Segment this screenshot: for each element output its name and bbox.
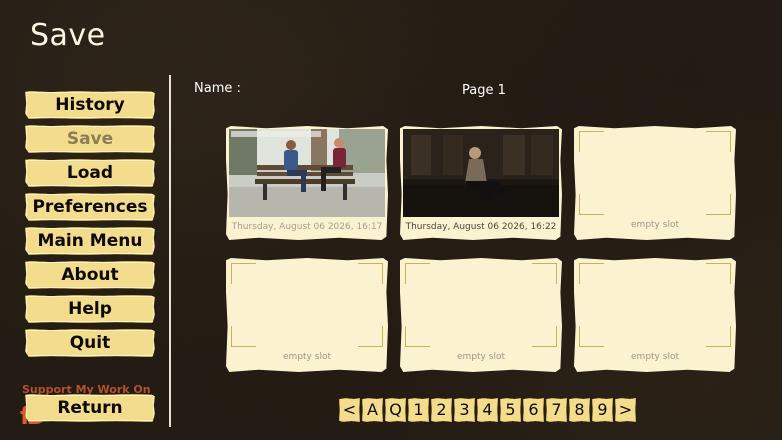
corner-mark bbox=[706, 326, 731, 347]
save-slot-timestamp: Thursday, August 06 2026, 16:22 bbox=[405, 222, 557, 232]
save-slot[interactable]: Thursday, August 06 2026, 16:22 bbox=[400, 126, 562, 240]
empty-slot-label: empty slot bbox=[631, 220, 679, 230]
save-name-label: Name : bbox=[194, 81, 241, 96]
page-6-button[interactable]: 6 bbox=[523, 398, 544, 422]
save-slot[interactable]: empty slot bbox=[226, 258, 388, 372]
page-4-button[interactable]: 4 bbox=[477, 398, 498, 422]
corner-mark bbox=[231, 263, 256, 284]
corner-mark bbox=[358, 326, 383, 347]
page-9-button[interactable]: 9 bbox=[592, 398, 613, 422]
page-2-button[interactable]: 2 bbox=[431, 398, 452, 422]
nav-quit-button[interactable]: Quit bbox=[25, 329, 155, 357]
dark-room-thumbnail bbox=[403, 129, 559, 217]
corner-mark bbox=[579, 263, 604, 284]
corner-mark bbox=[405, 326, 430, 347]
nav-main-menu-button[interactable]: Main Menu bbox=[25, 227, 155, 255]
screen-title: Save bbox=[30, 18, 106, 53]
nav-history-button[interactable]: History bbox=[25, 91, 155, 119]
nav-preferences-button[interactable]: Preferences bbox=[25, 193, 155, 221]
page-title[interactable]: Page 1 bbox=[462, 83, 506, 98]
corner-mark bbox=[579, 131, 604, 152]
nav-load-button[interactable]: Load bbox=[25, 159, 155, 187]
corner-mark bbox=[358, 263, 383, 284]
return-button[interactable]: Return bbox=[25, 394, 155, 422]
save-slot[interactable]: Thursday, August 06 2026, 16:17 bbox=[226, 126, 388, 240]
page-navigation: < A Q 1 2 3 4 5 6 7 8 9 > bbox=[339, 398, 636, 422]
corner-mark bbox=[706, 263, 731, 284]
park-bench-thumbnail bbox=[229, 129, 385, 217]
corner-mark bbox=[532, 326, 557, 347]
page-1-button[interactable]: 1 bbox=[408, 398, 429, 422]
quick-saves-page-button[interactable]: Q bbox=[385, 398, 406, 422]
page-3-button[interactable]: 3 bbox=[454, 398, 475, 422]
save-slot-timestamp: Thursday, August 06 2026, 16:17 bbox=[231, 222, 383, 232]
corner-mark bbox=[706, 194, 731, 215]
corner-mark bbox=[579, 326, 604, 347]
corner-mark bbox=[405, 263, 430, 284]
corner-mark bbox=[579, 194, 604, 215]
empty-slot-label: empty slot bbox=[283, 352, 331, 362]
page-8-button[interactable]: 8 bbox=[569, 398, 590, 422]
next-page-button[interactable]: > bbox=[615, 398, 636, 422]
nav-about-button[interactable]: About bbox=[25, 261, 155, 289]
support-text[interactable]: Support My Work On bbox=[22, 383, 151, 396]
empty-slot-label: empty slot bbox=[457, 352, 505, 362]
auto-saves-page-button[interactable]: A bbox=[362, 398, 383, 422]
page-5-button[interactable]: 5 bbox=[500, 398, 521, 422]
save-slot[interactable]: empty slot bbox=[574, 258, 736, 372]
nav-help-button[interactable]: Help bbox=[25, 295, 155, 323]
corner-mark bbox=[231, 326, 256, 347]
divider bbox=[169, 75, 171, 427]
previous-page-button[interactable]: < bbox=[339, 398, 360, 422]
main-navigation: History Save Load Preferences Main Menu … bbox=[25, 91, 155, 363]
nav-save-button[interactable]: Save bbox=[25, 125, 155, 153]
save-slot[interactable]: empty slot bbox=[574, 126, 736, 240]
save-slot-grid: Thursday, August 06 2026, 16:17 Thursday… bbox=[226, 126, 736, 372]
corner-mark bbox=[532, 263, 557, 284]
save-slot[interactable]: empty slot bbox=[400, 258, 562, 372]
corner-mark bbox=[706, 131, 731, 152]
empty-slot-label: empty slot bbox=[631, 352, 679, 362]
page-7-button[interactable]: 7 bbox=[546, 398, 567, 422]
